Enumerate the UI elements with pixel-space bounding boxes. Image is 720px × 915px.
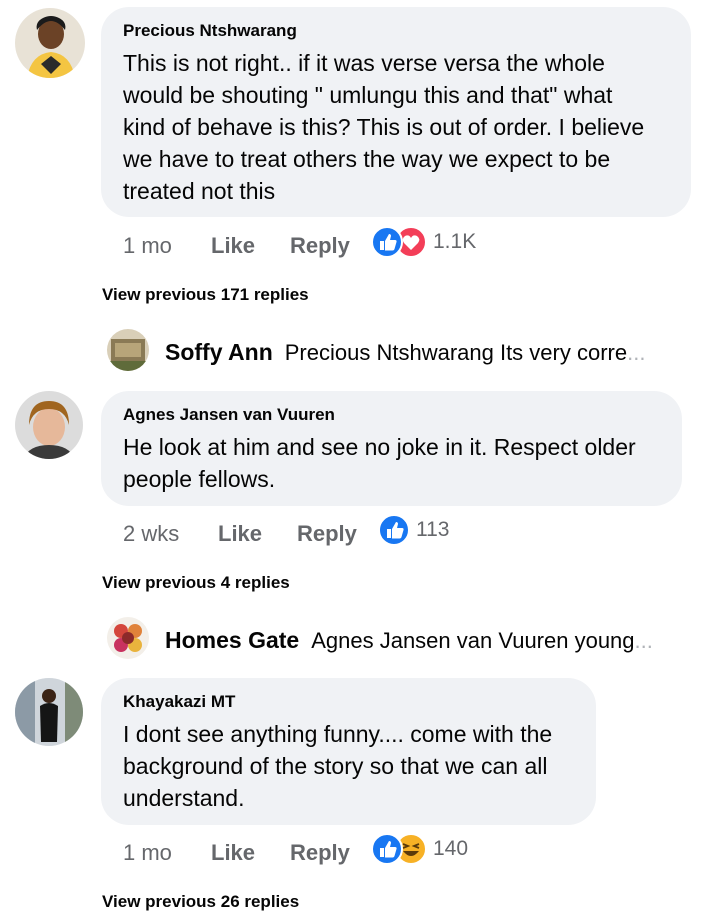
like-icon (371, 833, 403, 865)
reply-button[interactable]: Reply (290, 840, 350, 866)
like-icon (378, 514, 410, 546)
avatar[interactable] (15, 8, 85, 78)
comment-line: would be shouting " umlungu this and tha… (123, 82, 613, 108)
comment-text: This is not right.. if it was verse vers… (123, 47, 669, 207)
reply-ellipsis: ... (634, 627, 653, 653)
comment-timestamp[interactable]: 1 mo (123, 840, 172, 866)
like-icon (371, 226, 403, 258)
reply-text: Precious Ntshwarang Its very corre (284, 339, 628, 365)
comment-line: This is not right.. if it was verse vers… (123, 50, 605, 76)
reply-ellipsis: ... (627, 339, 646, 365)
comment-line: He look at him and see no joke in it. Re… (123, 434, 636, 460)
view-previous-replies[interactable]: View previous 26 replies (102, 892, 299, 912)
comment-text: I dont see anything funny.... come with … (123, 718, 574, 814)
comment-line: background of the story so that we can a… (123, 753, 548, 779)
comment-line: I dont see anything funny.... come with … (123, 721, 553, 747)
comment-line: treated not this (123, 178, 276, 204)
view-previous-replies[interactable]: View previous 171 replies (102, 285, 309, 305)
avatar[interactable] (107, 329, 149, 371)
reaction-summary[interactable]: 113 (378, 514, 449, 546)
comment-author[interactable]: Agnes Jansen van Vuuren (123, 405, 660, 425)
comment-author[interactable]: Precious Ntshwarang (123, 21, 669, 41)
reply-preview[interactable]: Soffy Ann Precious Ntshwarang Its very c… (165, 339, 645, 366)
comment-timestamp[interactable]: 1 mo (123, 233, 172, 259)
comment-line: kind of behave is this? This is out of o… (123, 114, 645, 140)
comment-line: understand. (123, 785, 245, 811)
comment-line: people fellows. (123, 466, 276, 492)
reply-author[interactable]: Homes Gate (165, 627, 299, 654)
reaction-count: 140 (433, 837, 469, 860)
reply-text: Agnes Jansen van Vuuren young (311, 627, 635, 653)
like-button[interactable]: Like (218, 521, 262, 547)
comment-bubble: Khayakazi MT I dont see anything funny..… (101, 678, 596, 825)
reply-button[interactable]: Reply (290, 233, 350, 259)
comment-text: He look at him and see no joke in it. Re… (123, 431, 660, 495)
comment-author[interactable]: Khayakazi MT (123, 692, 574, 712)
view-previous-replies[interactable]: View previous 4 replies (102, 573, 290, 593)
reaction-summary[interactable]: 140 (371, 833, 468, 865)
avatar[interactable] (15, 391, 83, 459)
reaction-count: 113 (416, 518, 450, 541)
like-button[interactable]: Like (211, 233, 255, 259)
reply-preview[interactable]: Homes Gate Agnes Jansen van Vuuren young… (165, 627, 653, 654)
reaction-summary[interactable]: 1.1K (371, 226, 476, 258)
comment-bubble: Precious Ntshwarang This is not right.. … (101, 7, 691, 217)
reaction-count: 1.1K (433, 230, 477, 253)
like-button[interactable]: Like (211, 840, 255, 866)
comment-bubble: Agnes Jansen van Vuuren He look at him a… (101, 391, 682, 506)
reply-button[interactable]: Reply (297, 521, 357, 547)
comment-timestamp[interactable]: 2 wks (123, 521, 179, 547)
comment-line: we have to treat others the way we expec… (123, 146, 611, 172)
reply-author[interactable]: Soffy Ann (165, 339, 273, 366)
avatar[interactable] (15, 678, 83, 746)
avatar[interactable] (107, 617, 149, 659)
